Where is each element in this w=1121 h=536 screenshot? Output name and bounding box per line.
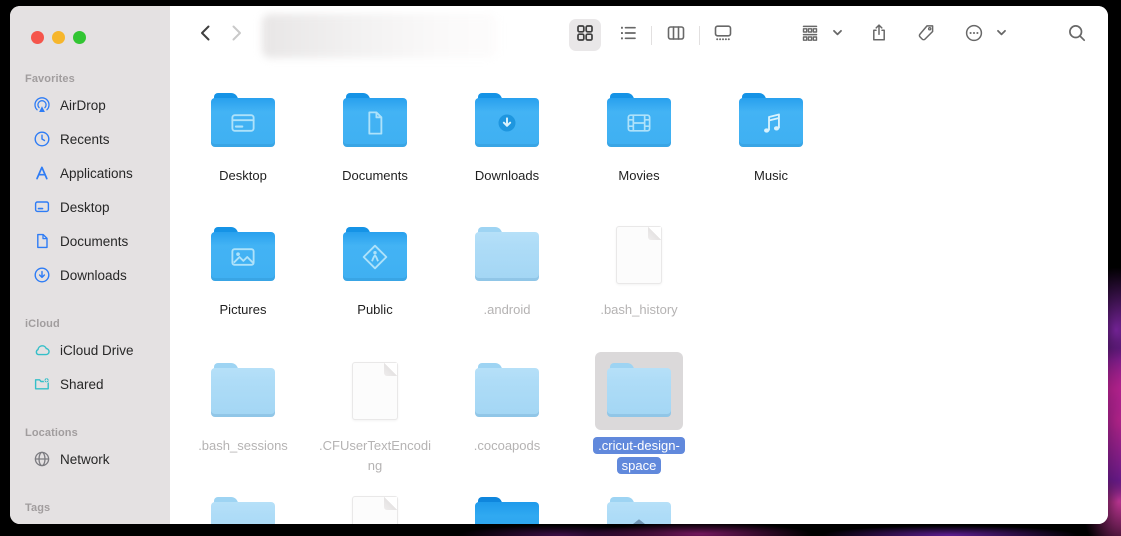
file-item-desktop[interactable]: Desktop	[177, 82, 309, 186]
folder-icon	[331, 216, 419, 294]
sidebar-item-label: Applications	[60, 166, 133, 181]
download-icon	[32, 265, 52, 285]
file-item-bash-history[interactable]: .bash_history	[573, 216, 705, 320]
desktop: Favorites AirDrop Recents Applications Deskt…	[0, 0, 1121, 536]
close-button[interactable]	[31, 31, 44, 44]
file-item[interactable]	[573, 486, 705, 524]
icloud-icon	[32, 340, 52, 360]
folder-icon	[199, 352, 287, 430]
desktop-window-glyph-icon	[226, 106, 260, 140]
sidebar-item-label: Documents	[60, 234, 128, 249]
globe-icon	[32, 449, 52, 469]
file-label: Downloads	[475, 168, 539, 183]
sidebar-item-label: Shared	[60, 377, 104, 392]
file-label: .bash_history	[600, 302, 677, 317]
minimize-button[interactable]	[52, 31, 65, 44]
sidebar-item-airdrop[interactable]: AirDrop	[18, 88, 164, 122]
file-label: .cricut-design-space	[593, 437, 685, 474]
file-item-cfusertextencoding[interactable]: .CFUserTextEncoding	[309, 352, 441, 475]
finder-window: Favorites AirDrop Recents Applications Deskt…	[10, 6, 1108, 524]
sidebar: Favorites AirDrop Recents Applications Deskt…	[10, 6, 170, 524]
public-diamond-glyph-icon	[358, 240, 392, 274]
download-circle-glyph-icon	[490, 106, 524, 140]
shared-folder-icon	[32, 374, 52, 394]
folder-icon	[463, 352, 551, 430]
applications-icon	[32, 163, 52, 183]
sidebar-section-label: Tags	[25, 502, 170, 514]
file-label: .CFUserTextEncoding	[319, 438, 431, 473]
sidebar-section-label: Favorites	[25, 73, 170, 85]
file-item-public[interactable]: Public	[309, 216, 441, 320]
sidebar-item-desktop[interactable]: Desktop	[18, 190, 164, 224]
airdrop-icon	[32, 95, 52, 115]
folder-icon	[463, 82, 551, 160]
file-label: .bash_sessions	[198, 438, 288, 453]
sidebar-section-label: iCloud	[25, 318, 170, 330]
file-icon	[331, 352, 419, 430]
folder-icon	[595, 486, 683, 524]
folder-icon	[463, 216, 551, 294]
file-item-movies[interactable]: Movies	[573, 82, 705, 186]
sidebar-section-label: Locations	[25, 427, 170, 439]
folder-icon	[595, 82, 683, 160]
sidebar-item-applications[interactable]: Applications	[18, 156, 164, 190]
file-label: Documents	[342, 168, 408, 183]
sidebar-item-documents[interactable]: Documents	[18, 224, 164, 258]
desktop-icon	[32, 197, 52, 217]
file-item-music[interactable]: Music	[705, 82, 837, 186]
file-label: Desktop	[219, 168, 267, 183]
sidebar-item-label: Recents	[60, 132, 110, 147]
traffic-lights	[10, 31, 170, 44]
file-item-documents[interactable]: Documents	[309, 82, 441, 186]
sidebar-item-label: iCloud Drive	[60, 343, 134, 358]
photo-glyph-icon	[226, 240, 260, 274]
file-grid: Desktop Documents Downloads Movies Music Pict…	[170, 6, 1108, 524]
file-label: Movies	[618, 168, 659, 183]
file-item-android[interactable]: .android	[441, 216, 573, 320]
folder-icon	[199, 486, 287, 524]
sidebar-item-network[interactable]: Network	[18, 442, 164, 476]
document-page-glyph-icon	[358, 106, 392, 140]
folder-icon	[595, 352, 683, 430]
file-label: Music	[754, 168, 788, 183]
sidebar-item-shared[interactable]: Shared	[18, 367, 164, 401]
file-item[interactable]	[177, 486, 309, 524]
sidebar-item-red[interactable]: Red	[18, 517, 164, 524]
file-label: Public	[357, 302, 392, 317]
file-icon	[331, 486, 419, 524]
sidebar-item-label: Desktop	[60, 200, 110, 215]
file-item-downloads[interactable]: Downloads	[441, 82, 573, 186]
building-glyph-icon	[622, 510, 656, 525]
document-icon	[32, 231, 52, 251]
folder-icon	[199, 82, 287, 160]
sidebar-item-label: Network	[60, 452, 110, 467]
file-item-bash-sessions[interactable]: .bash_sessions	[177, 352, 309, 456]
folder-icon	[727, 82, 815, 160]
clock-icon	[32, 129, 52, 149]
sidebar-item-icloud-drive[interactable]: iCloud Drive	[18, 333, 164, 367]
file-item[interactable]	[441, 486, 573, 524]
file-item-pictures[interactable]: Pictures	[177, 216, 309, 320]
sidebar-sections: Favorites AirDrop Recents Applications Deskt…	[10, 73, 170, 524]
folder-icon	[331, 82, 419, 160]
file-label: .android	[484, 302, 531, 317]
main-area: Desktop Documents Downloads Movies Music Pict…	[170, 6, 1108, 524]
sidebar-item-label: Downloads	[60, 268, 127, 283]
music-note-glyph-icon	[754, 106, 788, 140]
sidebar-item-recents[interactable]: Recents	[18, 122, 164, 156]
file-item-cocoapods[interactable]: .cocoapods	[441, 352, 573, 456]
file-icon	[595, 216, 683, 294]
film-strip-glyph-icon	[622, 106, 656, 140]
sidebar-item-downloads[interactable]: Downloads	[18, 258, 164, 292]
zoom-button[interactable]	[73, 31, 86, 44]
folder-icon	[463, 486, 551, 524]
file-label: .cocoapods	[474, 438, 541, 453]
file-label: Pictures	[220, 302, 267, 317]
folder-icon	[199, 216, 287, 294]
file-item-cricut-design-space[interactable]: .cricut-design-space	[573, 352, 705, 475]
sidebar-item-label: AirDrop	[60, 98, 106, 113]
file-item[interactable]	[309, 486, 441, 524]
